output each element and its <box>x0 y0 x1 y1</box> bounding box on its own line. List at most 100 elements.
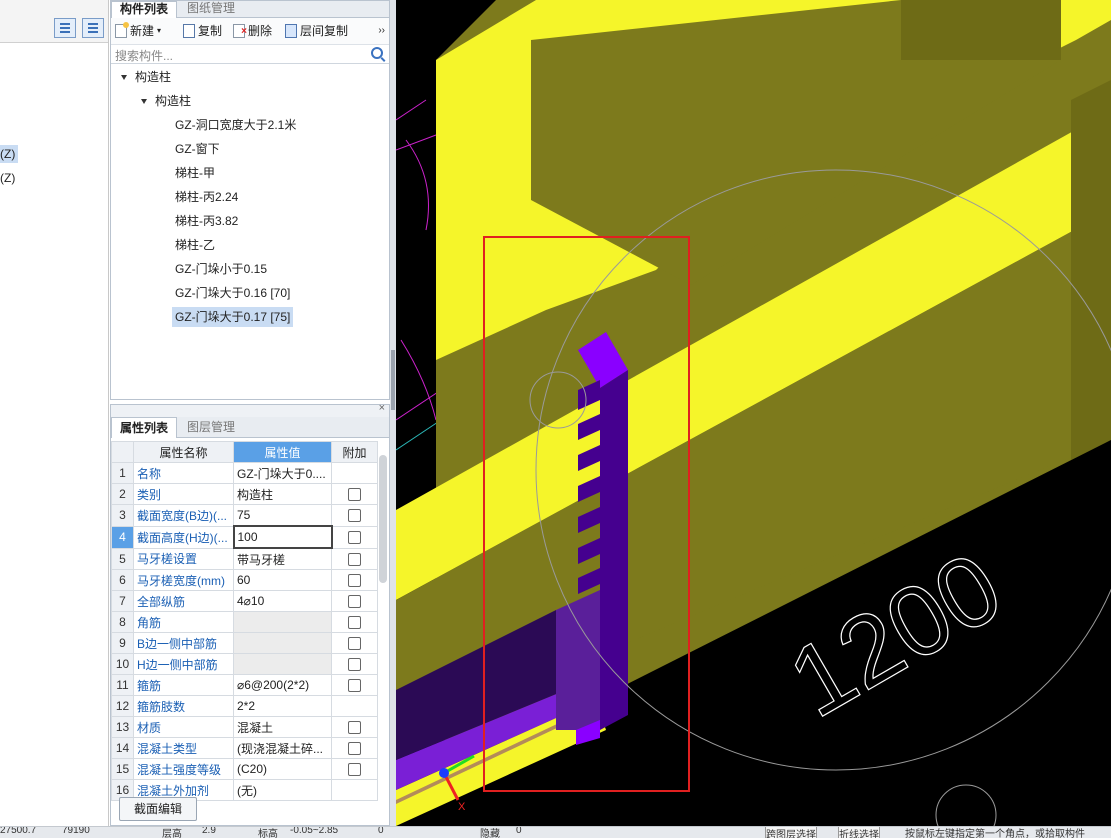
property-name[interactable]: 箍筋 <box>133 674 234 696</box>
property-row[interactable]: 4 截面高度(H边)(... 100 <box>111 525 378 549</box>
property-row[interactable]: 12 箍筋肢数 2*2 <box>111 695 378 717</box>
property-name[interactable]: 马牙槎宽度(mm) <box>133 569 234 591</box>
property-value[interactable]: 构造柱 <box>233 483 332 505</box>
expand-caret-icon[interactable] <box>141 99 147 105</box>
property-row[interactable]: 13 材质 混凝土 <box>111 716 378 738</box>
extra-checkbox[interactable] <box>348 721 361 735</box>
tab-component-list[interactable]: 构件列表 <box>111 1 178 18</box>
property-name[interactable]: 截面高度(H边)(... <box>133 525 234 549</box>
property-value[interactable]: (C20) <box>233 758 332 780</box>
section-edit-button[interactable]: 截面编辑 <box>119 797 198 821</box>
extra-checkbox[interactable] <box>348 488 361 502</box>
list-view-icon[interactable] <box>54 18 76 38</box>
left-list-item[interactable]: (Z) <box>0 169 18 187</box>
property-name[interactable]: B边一侧中部筋 <box>133 632 234 654</box>
row-number: 11 <box>111 674 134 696</box>
extra-checkbox[interactable] <box>348 763 361 777</box>
tree-group[interactable]: 构造柱 <box>141 91 191 111</box>
tab-drawing-management[interactable]: 图纸管理 <box>179 1 243 17</box>
layer-copy-button[interactable]: 层间复制 <box>285 22 348 40</box>
property-value[interactable]: (无) <box>233 779 332 801</box>
3d-viewport[interactable]: 1200 X <box>396 0 1111 826</box>
property-name[interactable]: 角筋 <box>133 611 234 633</box>
property-value[interactable]: 2*2 <box>233 695 332 717</box>
property-row[interactable]: 5 马牙槎设置 带马牙槎 <box>111 547 378 570</box>
tree-item[interactable]: 梯柱-乙 <box>175 235 215 255</box>
property-value[interactable]: 100 <box>232 525 333 549</box>
tree-item[interactable]: GZ-门垛小于0.15 <box>175 259 267 279</box>
tree-item[interactable]: GZ-洞口宽度大于2.1米 <box>175 115 296 135</box>
property-name[interactable]: 全部纵筋 <box>133 590 234 612</box>
cross-layer-select-button[interactable]: 跨图层选择 <box>765 827 817 838</box>
tree-root[interactable]: 构造柱 <box>121 67 171 87</box>
extra-checkbox[interactable] <box>348 658 361 672</box>
property-name[interactable]: 马牙槎设置 <box>133 547 234 570</box>
property-name[interactable]: H边一侧中部筋 <box>133 653 234 675</box>
property-name[interactable]: 类别 <box>133 483 234 505</box>
property-value[interactable]: ⌀6@200(2*2) <box>233 674 332 696</box>
property-scrollbar[interactable] <box>379 455 387 583</box>
more-tools-icon[interactable]: ›› <box>378 22 385 40</box>
search-input[interactable]: 搜索构件... <box>111 45 389 64</box>
row-number: 6 <box>111 569 134 591</box>
property-value[interactable]: 带马牙槎 <box>233 547 332 570</box>
property-value[interactable] <box>233 632 332 654</box>
extra-checkbox[interactable] <box>348 531 362 545</box>
delete-button[interactable]: 删除 <box>233 22 272 41</box>
left-list-item[interactable]: (Z) <box>0 145 18 163</box>
tree-item[interactable]: 梯柱-丙3.82 <box>175 211 238 231</box>
extra-checkbox[interactable] <box>348 637 361 651</box>
property-name[interactable]: 材质 <box>133 716 234 738</box>
property-row[interactable]: 6 马牙槎宽度(mm) 60 <box>111 569 378 591</box>
tab-layer-management[interactable]: 图层管理 <box>179 417 243 437</box>
new-button[interactable]: 新建 ▾ <box>115 22 161 40</box>
extra-checkbox[interactable] <box>348 679 361 693</box>
property-row[interactable]: 10 H边一侧中部筋 <box>111 653 378 675</box>
tab-property-list[interactable]: 属性列表 <box>111 417 178 438</box>
property-value[interactable]: 混凝土 <box>233 716 332 738</box>
property-row[interactable]: 14 混凝土类型 (现浇混凝土碎... <box>111 737 378 759</box>
property-row[interactable]: 9 B边一侧中部筋 <box>111 632 378 654</box>
property-value[interactable]: GZ-门垛大于0.... <box>233 462 332 484</box>
property-row[interactable]: 7 全部纵筋 4⌀10 <box>111 590 378 612</box>
property-row[interactable]: 8 角筋 <box>111 611 378 633</box>
property-name[interactable]: 箍筋肢数 <box>133 695 234 717</box>
property-value[interactable] <box>233 611 332 633</box>
detail-view-icon[interactable] <box>82 18 104 38</box>
tree-item[interactable]: GZ-窗下 <box>175 139 220 159</box>
tree-item[interactable]: 梯柱-丙2.24 <box>175 187 238 207</box>
property-value[interactable] <box>233 653 332 675</box>
tree-item[interactable]: GZ-门垛大于0.16 [70] <box>175 283 290 303</box>
property-row[interactable]: 15 混凝土强度等级 (C20) <box>111 758 378 780</box>
property-value[interactable]: 4⌀10 <box>233 590 332 612</box>
extra-checkbox[interactable] <box>348 616 361 630</box>
extra-checkbox[interactable] <box>348 509 361 523</box>
extra-checkbox[interactable] <box>348 595 361 609</box>
expand-caret-icon[interactable] <box>121 75 127 81</box>
property-value[interactable]: (现浇混凝土碎... <box>233 737 332 759</box>
property-value[interactable]: 75 <box>233 504 332 527</box>
property-extra-cell <box>331 483 378 505</box>
floor-height-value: 2.9 <box>202 826 216 836</box>
tree-item[interactable]: 梯柱-甲 <box>175 163 215 183</box>
extra-checkbox[interactable] <box>348 574 361 588</box>
property-name[interactable]: 名称 <box>133 462 234 484</box>
property-row[interactable]: 2 类别 构造柱 <box>111 483 378 505</box>
copy-button[interactable]: 复制 <box>183 22 222 40</box>
property-name[interactable]: 混凝土强度等级 <box>133 758 234 780</box>
property-name[interactable]: 混凝土类型 <box>133 737 234 759</box>
property-value[interactable]: 60 <box>233 569 332 591</box>
property-name[interactable]: 截面宽度(B边)(... <box>133 504 234 527</box>
property-row[interactable]: 1 名称 GZ-门垛大于0.... <box>111 462 378 484</box>
extra-checkbox[interactable] <box>348 742 361 756</box>
property-extra-cell <box>331 653 378 675</box>
extra-checkbox[interactable] <box>348 552 361 566</box>
property-row[interactable]: 3 截面宽度(B边)(... 75 <box>111 504 378 527</box>
polyline-select-button[interactable]: 折线选择 <box>838 827 880 838</box>
search-icon[interactable] <box>371 47 383 59</box>
property-row[interactable]: 11 箍筋 ⌀6@200(2*2) <box>111 674 378 696</box>
tree-item-selected[interactable]: GZ-门垛大于0.17 [75] <box>172 307 294 327</box>
3d-scene[interactable]: 1200 X <box>396 0 1111 826</box>
close-icon[interactable]: × <box>379 402 385 414</box>
property-value-header[interactable]: 属性值 <box>233 441 332 463</box>
